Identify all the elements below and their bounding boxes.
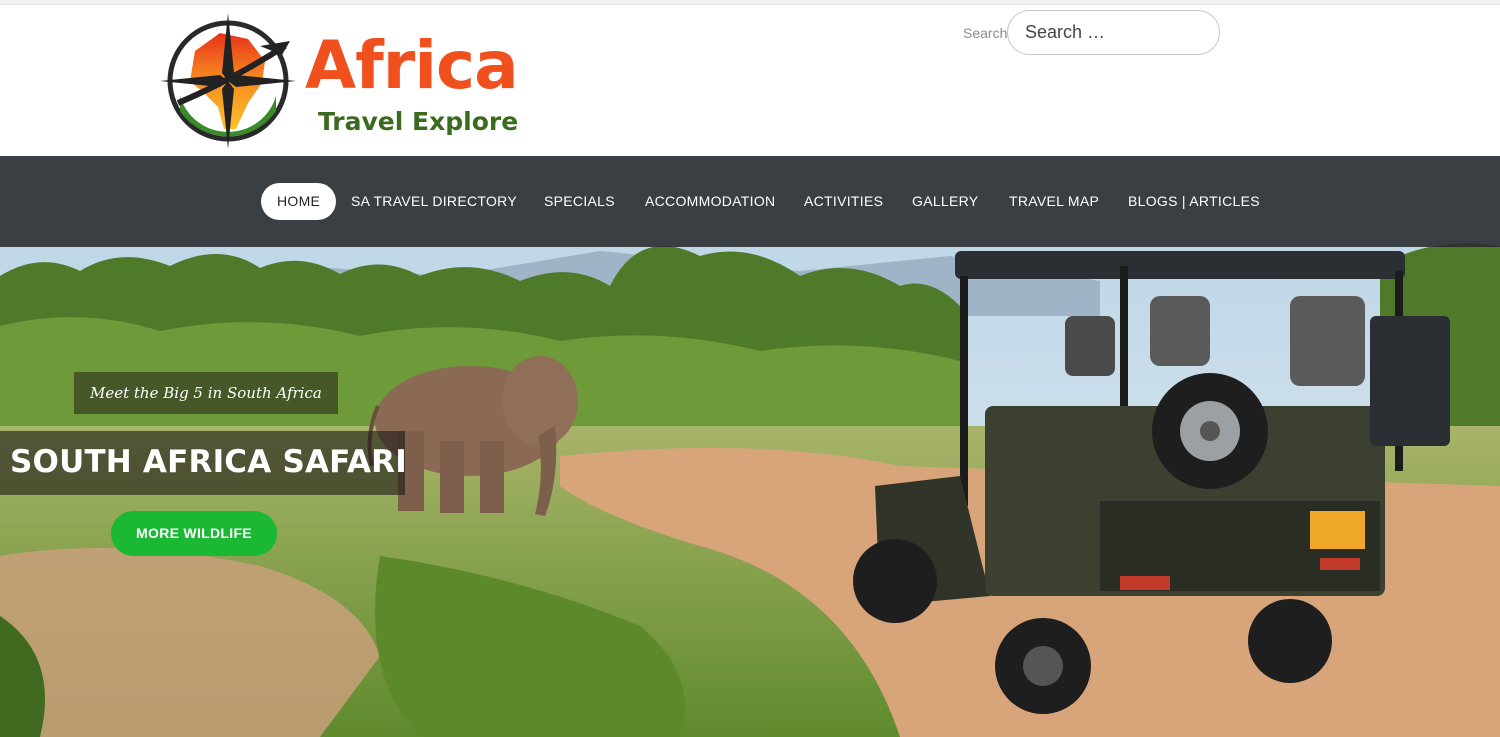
hero-tagline: Meet the Big 5 in South Africa — [74, 372, 338, 414]
nav-item-accommodation[interactable]: ACCOMMODATION — [645, 183, 775, 220]
nav-item-travel-map[interactable]: TRAVEL MAP — [1009, 183, 1099, 220]
logo-wordmark-tagline: Travel Explore — [318, 107, 519, 136]
nav-item-blogs-articles[interactable]: BLOGS | ARTICLES — [1128, 183, 1260, 220]
search-label: Search — [963, 25, 1008, 41]
more-wildlife-button[interactable]: MORE WILDLIFE — [111, 511, 277, 556]
nav-item-sa-travel-directory[interactable]: SA TRAVEL DIRECTORY — [351, 183, 517, 220]
logo-wordmark-africa: Africa — [305, 27, 519, 104]
site-header: Africa Travel Explore Search — [0, 5, 1500, 156]
search-input[interactable] — [1007, 10, 1220, 55]
main-navigation: HOME SA TRAVEL DIRECTORY SPECIALS ACCOMM… — [0, 156, 1500, 247]
nav-item-activities[interactable]: ACTIVITIES — [804, 183, 883, 220]
hero-title: SOUTH AFRICA SAFARI — [10, 444, 407, 480]
nav-item-gallery[interactable]: GALLERY — [912, 183, 978, 220]
nav-item-specials[interactable]: SPECIALS — [544, 183, 615, 220]
nav-item-home[interactable]: HOME — [261, 183, 337, 220]
hero-banner: HOME SA TRAVEL DIRECTORY SPECIALS ACCOMM… — [0, 156, 1500, 737]
